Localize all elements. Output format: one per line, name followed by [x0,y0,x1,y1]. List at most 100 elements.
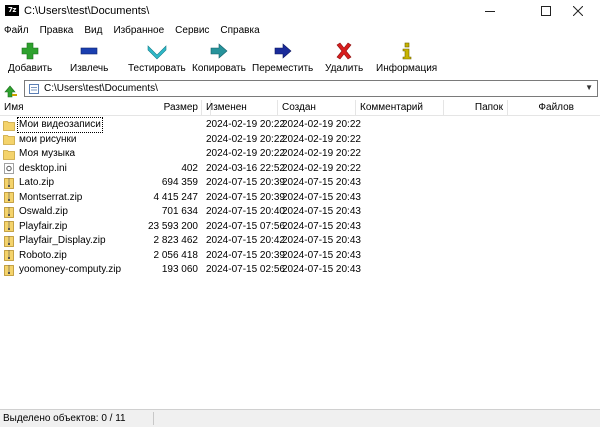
col-header-files[interactable]: Файлов [508,100,600,115]
copy-arrow-icon [210,43,228,59]
file-name: Playfair_Display.zip [19,235,106,246]
file-name: Lato.zip [19,177,55,188]
file-name-cell: Roboto.zip [0,249,150,263]
up-folder-icon[interactable] [3,82,19,98]
file-modified: 2024-02-19 20:22 [206,133,285,145]
file-name: Моя музыка [19,148,76,159]
copy-button[interactable]: Копировать [192,40,246,76]
window-title: C:\Users\test\Documents\ [24,5,150,17]
file-modified: 2024-07-15 20:39 [206,249,285,261]
file-modified: 2024-03-16 22:52 [206,162,285,174]
app-logo-icon: 7z [5,5,19,16]
file-name: Мои видеозаписи [17,117,103,133]
minimize-button[interactable] [468,0,512,22]
file-name: desktop.ini [19,162,67,174]
menu-tools[interactable]: Сервис [170,22,215,40]
file-created: 2024-07-15 20:43 [282,191,361,203]
folder-path-icon [29,84,39,94]
menu-edit[interactable]: Правка [35,22,80,40]
file-created: 2024-02-19 20:22 [282,119,361,130]
file-modified: 2024-02-19 20:22 [206,148,285,159]
file-size: 701 634 [161,206,198,217]
file-size: 694 359 [161,177,198,188]
file-created: 2024-07-15 20:43 [282,264,361,275]
selection-status: Выделено объектов: 0 / 11 [3,413,126,424]
file-modified: 2024-07-15 20:39 [206,177,285,188]
file-size: 4 415 247 [153,191,199,203]
file-name-cell: Oswald.zip [0,205,150,219]
table-row[interactable]: Мои видеозаписи 2024-02-19 20:22 2024-02-1… [0,117,600,133]
extract-button[interactable]: Извлечь [70,40,108,76]
table-row[interactable]: Montserrat.zip 4 415 247 2024-07-15 20:39 2… [0,191,600,205]
table-row[interactable]: Lato.zip 694 359 2024-07-15 20:39 2024-07-1… [0,176,600,190]
file-size: 402 [181,162,198,174]
path-dropdown-icon[interactable]: ▼ [585,83,593,92]
info-button[interactable]: Информация [376,40,437,76]
file-modified: 2024-07-15 20:39 [206,191,285,203]
file-created: 2024-02-19 20:22 [282,133,361,145]
toolbar: Добавить Извлечь Тестировать Копировать … [0,40,600,78]
minus-icon [80,47,98,55]
file-created: 2024-02-19 20:22 [282,162,361,174]
zip-archive-icon [4,221,14,232]
close-icon [573,6,583,16]
file-name-cell: Montserrat.zip [0,191,150,205]
add-button[interactable]: Добавить [8,40,52,76]
zip-archive-icon [4,264,14,276]
file-size: 2 823 462 [153,235,199,246]
test-button[interactable]: Тестировать [128,40,186,76]
table-row[interactable]: Playfair_Display.zip 2 823 462 2024-07-15 … [0,234,600,248]
file-size: 193 060 [161,264,198,275]
close-button[interactable] [556,0,600,22]
file-created: 2024-07-15 20:43 [282,206,361,217]
file-modified: 2024-07-15 20:40 [206,206,285,217]
file-size: 2 056 418 [153,249,199,261]
file-name-cell: desktop.ini [0,162,150,176]
col-header-comment[interactable]: Комментарий [356,100,444,115]
table-row[interactable]: yoomoney-computy.zip 193 060 2024-07-15 02… [0,263,600,277]
file-name: yoomoney-computy.zip [19,264,122,275]
info-icon [402,42,411,60]
zip-archive-icon [4,192,14,203]
file-size [140,147,202,161]
menu-favorites[interactable]: Избранное [108,22,170,40]
plus-icon [21,42,39,60]
zip-archive-icon [4,235,14,247]
col-header-size[interactable]: Размер [140,100,202,115]
file-created: 2024-07-15 20:43 [282,235,361,246]
file-name: мои рисунки [19,133,77,145]
address-bar: C:\Users\test\Documents\ ▼ [0,80,600,99]
path-input[interactable]: C:\Users\test\Documents\ ▼ [24,80,598,97]
file-created: 2024-02-19 20:22 [282,148,361,159]
file-name-cell: мои рисунки [0,133,150,147]
table-row[interactable]: Oswald.zip 701 634 2024-07-15 20:40 2024-07… [0,205,600,219]
table-row[interactable]: Playfair.zip 23 593 200 2024-07-15 07:56 20… [0,220,600,234]
delete-button[interactable]: Удалить [325,40,363,76]
col-header-created[interactable]: Создан [278,100,356,115]
maximize-icon [541,6,551,16]
status-divider [153,412,154,425]
file-list: Имя Размер Изменен Создан Комментарий Па… [0,100,600,409]
menu-file[interactable]: Файл [0,22,35,40]
folder-icon [3,120,15,131]
status-bar: Выделено объектов: 0 / 11 [0,409,600,427]
file-name-cell: Playfair.zip [0,220,150,234]
move-arrow-icon [274,43,292,59]
file-created: 2024-07-15 20:43 [282,249,361,261]
file-modified: 2024-02-19 20:22 [206,119,285,130]
table-row[interactable]: desktop.ini 402 2024-03-16 22:52 2024-02-19… [0,162,600,176]
col-header-folders[interactable]: Папок [444,100,508,115]
file-name-cell: Мои видеозаписи [0,117,150,133]
table-row[interactable]: Моя музыка 2024-02-19 20:22 2024-02-19 20:… [0,147,600,161]
title-bar: 7z C:\Users\test\Documents\ [0,0,600,22]
table-row[interactable]: Roboto.zip 2 056 418 2024-07-15 20:39 2024-… [0,249,600,263]
file-name: Montserrat.zip [19,191,83,203]
move-button[interactable]: Переместить [252,40,313,76]
menu-help[interactable]: Справка [215,22,265,40]
folder-icon [3,135,15,145]
menu-view[interactable]: Вид [79,22,108,40]
minimize-icon [485,11,495,12]
table-row[interactable]: мои рисунки 2024-02-19 20:22 2024-02-19 20… [0,133,600,147]
file-size [140,118,202,132]
col-header-modified[interactable]: Изменен [202,100,278,115]
